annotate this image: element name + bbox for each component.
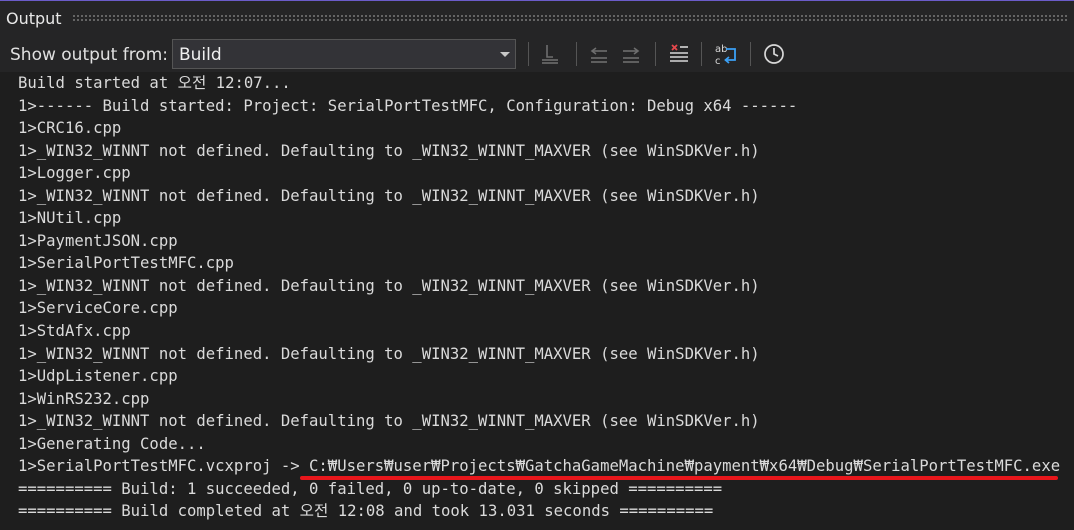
- svg-text:c: c: [715, 56, 721, 67]
- chevron-down-icon: [500, 52, 510, 57]
- output-line: 1>ServiceCore.cpp: [18, 299, 178, 318]
- output-line: 1>SerialPortTestMFC.vcxproj -> C:₩Users₩…: [18, 457, 1061, 476]
- output-line: 1>_WIN32_WINNT not defined. Defaulting t…: [18, 186, 760, 205]
- toolbar-divider: [701, 42, 702, 66]
- output-line: 1>------ Build started: Project: SerialP…: [18, 96, 798, 115]
- output-line: 1>Generating Code...: [18, 434, 206, 453]
- toolbar-divider: [528, 42, 529, 66]
- output-source-value: Build: [179, 45, 222, 65]
- output-line: 1>NUtil.cpp: [18, 209, 122, 228]
- toggle-timestamp-button[interactable]: [760, 40, 788, 68]
- svg-text:ab: ab: [715, 44, 727, 55]
- output-line: 1>CRC16.cpp: [18, 119, 122, 138]
- toolbar-divider: [750, 42, 751, 66]
- output-line: 1>UdpListener.cpp: [18, 367, 178, 386]
- find-message-button[interactable]: [536, 40, 564, 68]
- output-toolbar: Show output from: Build ab c: [0, 36, 1074, 72]
- output-line: 1>StdAfx.cpp: [18, 322, 131, 341]
- output-line: 1>Logger.cpp: [18, 164, 131, 183]
- highlight-underline: [300, 476, 1058, 480]
- toolbar-divider: [576, 42, 577, 66]
- output-line: 1>_WIN32_WINNT not defined. Defaulting t…: [18, 412, 760, 431]
- previous-message-button[interactable]: [585, 40, 613, 68]
- toggle-word-wrap-icon: ab c: [715, 44, 736, 67]
- output-line: 1>_WIN32_WINNT not defined. Defaulting t…: [18, 344, 760, 363]
- output-line: 1>SerialPortTestMFC.cpp: [18, 254, 234, 273]
- clear-all-button[interactable]: [665, 40, 693, 68]
- output-panel-header: Output: [0, 0, 1074, 36]
- next-message-icon: [623, 47, 640, 63]
- clear-all-icon: [670, 44, 688, 62]
- output-line: Build started at 오전 12:07...: [18, 74, 291, 92]
- toolbar-divider: [655, 42, 656, 66]
- output-lines: Build started at 오전 12:07... 1>------ Bui…: [18, 72, 1060, 523]
- output-line: ========== Build: 1 succeeded, 0 failed,…: [18, 479, 723, 498]
- output-source-dropdown[interactable]: Build: [172, 39, 516, 69]
- output-line: ========== Build completed at 오전 12:08 a…: [18, 502, 714, 521]
- panel-drag-grip[interactable]: [72, 14, 1068, 21]
- find-message-icon: [542, 45, 558, 64]
- output-line: 1>_WIN32_WINNT not defined. Defaulting t…: [18, 276, 760, 295]
- toggle-timestamp-icon: [764, 44, 784, 64]
- output-text-area[interactable]: Build started at 오전 12:07... 1>------ Bui…: [0, 72, 1074, 530]
- panel-title: Output: [6, 9, 62, 28]
- output-line: 1>_WIN32_WINNT not defined. Defaulting t…: [18, 141, 760, 160]
- show-output-label: Show output from:: [10, 45, 169, 65]
- output-line: 1>PaymentJSON.cpp: [18, 231, 178, 250]
- previous-message-icon: [590, 47, 607, 63]
- output-line: 1>WinRS232.cpp: [18, 389, 150, 408]
- next-message-button[interactable]: [617, 40, 645, 68]
- toggle-word-wrap-button[interactable]: ab c: [712, 40, 740, 68]
